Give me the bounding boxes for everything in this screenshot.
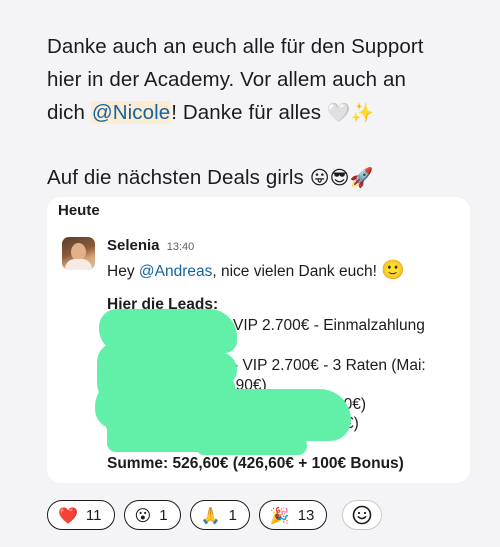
greeting-line: Hey @Andreas, nice vielen Dank euch! 🙂 (107, 258, 405, 281)
sender-line: Selenia 13:40 (107, 237, 194, 254)
reaction-surprised[interactable]: 😮 1 (123, 500, 181, 530)
reaction-pray[interactable]: 🙏 1 (189, 500, 250, 530)
add-reaction-button[interactable] (342, 500, 383, 530)
smile-emoji: 🙂 (381, 259, 405, 281)
message-line-3-end: ! Danke für alles (171, 101, 327, 124)
smiley-add-icon (353, 505, 372, 525)
message-time[interactable]: 13:40 (167, 241, 195, 253)
reaction-count: 1 (159, 506, 168, 524)
lead-1: VIP 2.700€ - Einmalzahlung (233, 317, 425, 334)
shared-message-card[interactable]: Heute Selenia 13:40 Hey @Andreas, nice v… (47, 197, 470, 483)
lead-2: - VIP 2.700€ - 3 Raten (Mai: (233, 357, 426, 374)
greeting-end: , nice vielen Dank euch! (212, 263, 382, 280)
heart-sparkles-emoji: 🤍✨ (326, 102, 375, 124)
mention-nicole[interactable]: @Nicole (90, 101, 172, 124)
greeting-start: Hey (107, 263, 139, 280)
reaction-party[interactable]: 🎉 13 (258, 500, 328, 530)
party-popper-icon: 🎉 (269, 505, 290, 525)
message-line-2: hier in der Academy. Vor allem auch an (47, 68, 406, 91)
avatar[interactable] (62, 237, 95, 270)
surprised-face-icon: 😮 (134, 505, 152, 525)
message-text: Danke auch an euch alle für den Support … (47, 30, 477, 195)
folded-hands-icon: 🙏 (200, 505, 221, 525)
summe-line: Summe: 526,60€ (426,60€ + 100€ Bonus) (107, 455, 404, 472)
message-line-3-start: dich (47, 101, 91, 124)
reaction-count: 1 (228, 506, 237, 524)
heart-icon: ❤️ (58, 505, 78, 525)
reactions-bar: ❤️ 11 😮 1 🙏 1 🎉 13 (47, 499, 383, 531)
message-paragraph-1: Danke auch an euch alle für den Support … (47, 30, 477, 130)
reaction-heart[interactable]: ❤️ 11 (47, 500, 115, 530)
message-line-1: Danke auch an euch alle für den Support (47, 35, 424, 58)
reaction-count: 11 (85, 506, 102, 524)
message-line-4: Auf die nächsten Deals girls (47, 166, 310, 189)
card-date-header: Heute (58, 202, 100, 219)
reaction-count: 13 (297, 506, 315, 524)
message-paragraph-2: Auf die nächsten Deals girls 😛😎🚀 (47, 161, 477, 195)
sender-name[interactable]: Selenia (107, 237, 160, 254)
tongue-sunglasses-rocket-emoji: 😛😎🚀 (309, 167, 374, 189)
mention-andreas[interactable]: @Andreas (139, 263, 212, 280)
